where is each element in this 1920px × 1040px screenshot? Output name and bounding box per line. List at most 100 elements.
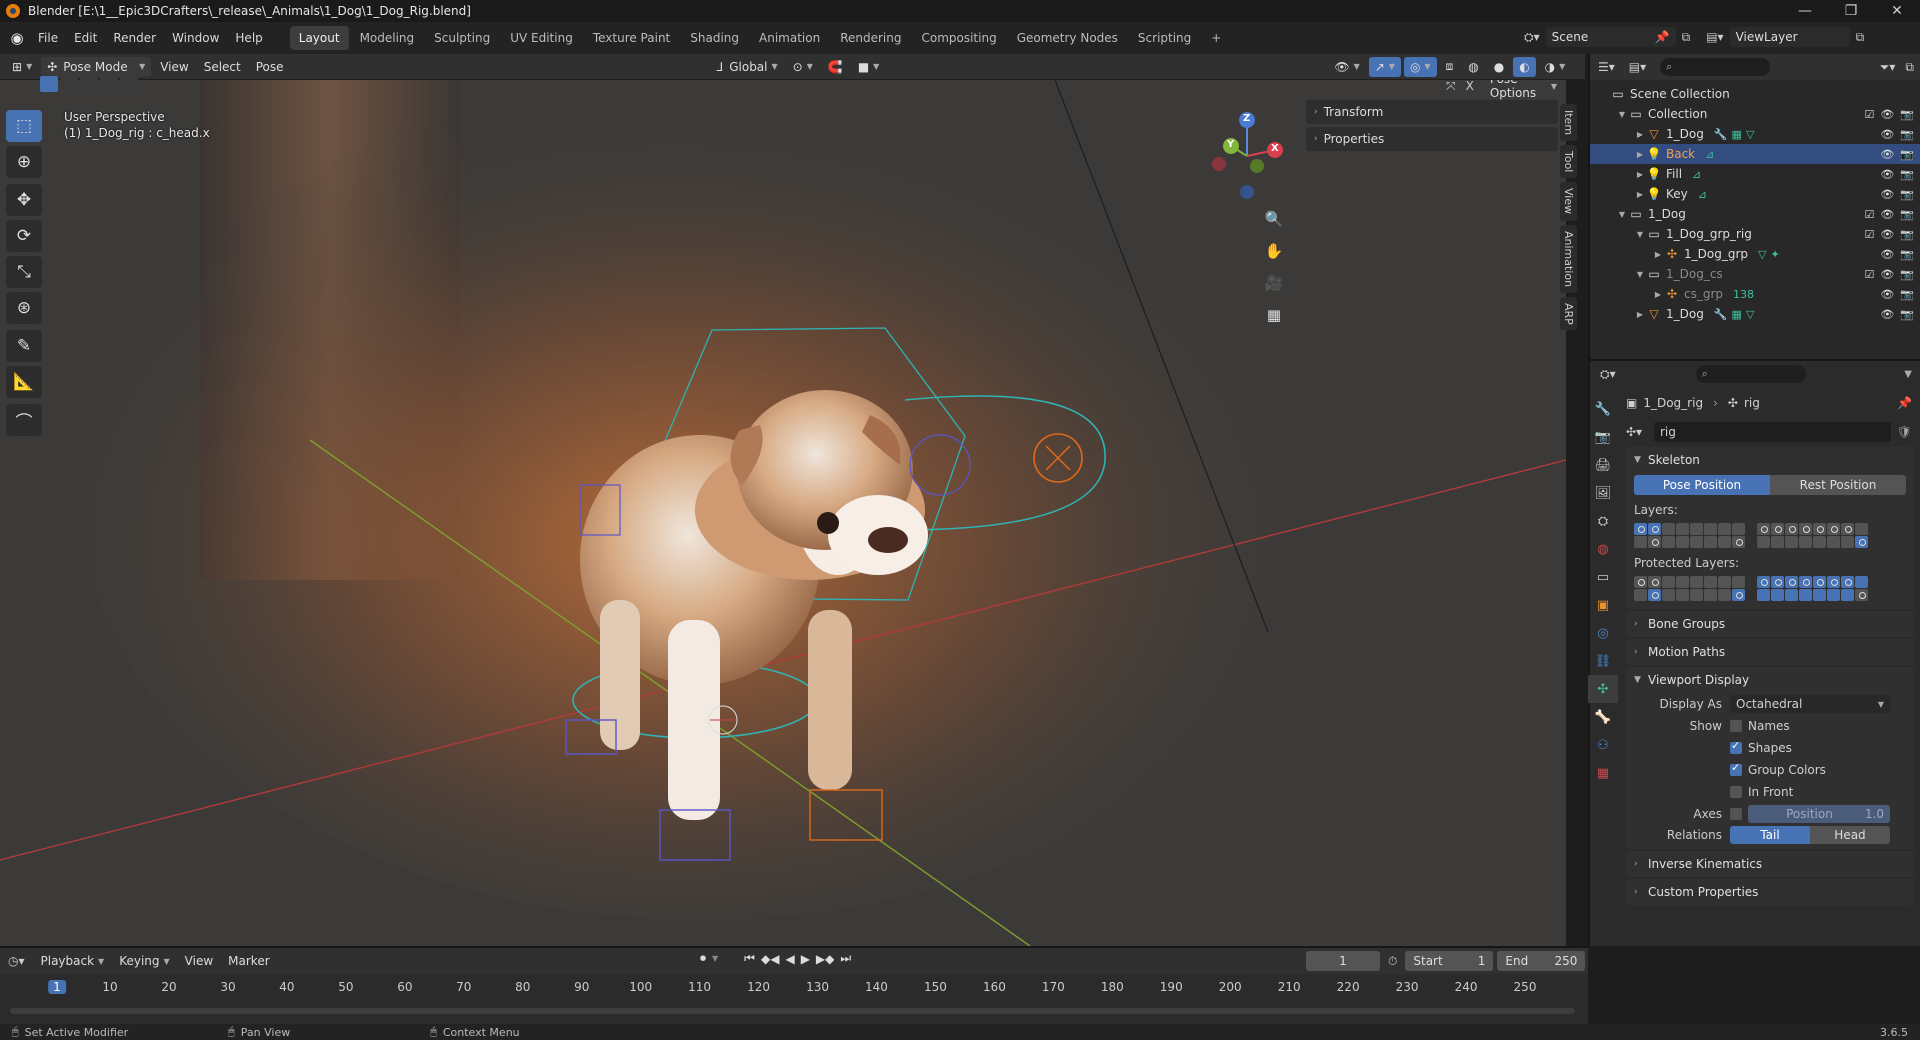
camera-icon[interactable]: 📷 (1900, 208, 1914, 221)
eye-icon[interactable]: 👁 (1880, 128, 1894, 141)
layer-cell[interactable] (1827, 576, 1840, 588)
layer-cell[interactable] (1841, 523, 1854, 535)
filter-icon[interactable]: ⏷▾ (1880, 60, 1896, 75)
pin-icon[interactable]: 📌 (1655, 30, 1670, 44)
show-option-row[interactable]: Show Names (1626, 715, 1914, 737)
display-as-dropdown[interactable]: Octahedral ▼ (1730, 695, 1890, 713)
menu-pose[interactable]: Pose (250, 57, 290, 77)
inverse-kinematics-panel[interactable]: › Inverse Kinematics (1626, 851, 1914, 877)
gizmo-toggle-icon[interactable]: ↗ ▼ (1368, 56, 1401, 77)
texture-icon[interactable]: ▦ (1588, 759, 1618, 787)
blender-menu-icon[interactable]: ◉ (4, 29, 30, 47)
layer-cell[interactable] (1662, 589, 1675, 601)
layer-cell[interactable] (1662, 536, 1675, 548)
eye-icon[interactable]: 👁 (1880, 308, 1894, 321)
fake-user-icon[interactable]: 🛡 (1897, 425, 1912, 439)
layer-cell[interactable] (1662, 576, 1675, 588)
layer-cell[interactable] (1799, 523, 1812, 535)
outliner-data-icon[interactable]: ▦ (1732, 308, 1742, 321)
pose-position-button[interactable]: Pose Position (1634, 475, 1770, 495)
playhead[interactable]: 1 (48, 980, 66, 994)
expand-down-icon[interactable]: ▼ (1634, 270, 1646, 279)
show-option-checkbox[interactable] (1730, 739, 1742, 754)
camera-icon[interactable]: 📷 (1900, 268, 1914, 281)
tab-tool[interactable]: Tool (1560, 145, 1577, 179)
exclude-checkbox-icon[interactable]: ☑ (1864, 208, 1874, 221)
layer-cell[interactable] (1799, 589, 1812, 601)
tab-sculpting[interactable]: Sculpting (425, 26, 499, 50)
outliner-data-icon[interactable]: ⊿ (1705, 148, 1714, 161)
layer-cell[interactable] (1757, 523, 1770, 535)
tab-texture-paint[interactable]: Texture Paint (584, 26, 679, 50)
move-icon[interactable]: ✥ (6, 184, 42, 216)
eye-icon[interactable]: 👁 (1880, 148, 1894, 161)
select-intersect-icon[interactable] (120, 76, 138, 92)
scene-browse-icon[interactable]: ⛭▾ (1524, 30, 1540, 45)
camera-icon[interactable]: 📷 (1900, 188, 1914, 201)
layer-cell[interactable] (1704, 523, 1717, 535)
shading-wireframe-icon[interactable]: ◍ (1462, 57, 1484, 77)
camera-icon[interactable]: 📷 (1900, 228, 1914, 241)
close-window-button[interactable]: ✕ (1874, 0, 1920, 22)
outliner-row[interactable]: ▭ Scene Collection (1590, 84, 1920, 104)
armature-browse-icon[interactable]: ✣▾ (1626, 425, 1654, 439)
constraints-icon[interactable]: ⛓ (1588, 647, 1618, 675)
expand-right-icon[interactable]: ▶ (1634, 150, 1646, 159)
world-icon[interactable]: ◍ (1588, 535, 1618, 563)
outliner-data-icon[interactable]: ⊿ (1692, 168, 1701, 181)
skeleton-header[interactable]: ▼ Skeleton (1626, 447, 1914, 473)
layer-cell[interactable] (1648, 576, 1661, 588)
camera-icon[interactable]: 📷 (1900, 108, 1914, 121)
layer-cell[interactable] (1771, 536, 1784, 548)
add-workspace-button[interactable]: + (1202, 26, 1230, 50)
expand-right-icon[interactable]: ▶ (1634, 310, 1646, 319)
bone-icon[interactable]: 🦴 (1588, 703, 1618, 731)
pivot-icon[interactable]: ⊙ ▼ (787, 57, 819, 77)
scene-selector[interactable]: Scene 📌 (1545, 27, 1676, 47)
layers-block-b[interactable] (1757, 523, 1868, 548)
exclude-checkbox-icon[interactable]: ☑ (1864, 108, 1874, 121)
layer-cell[interactable] (1841, 589, 1854, 601)
tool-settings-icon[interactable]: 🔧 (1588, 395, 1618, 423)
select-new-icon[interactable] (40, 76, 58, 92)
outliner-data-icon[interactable]: ▽ (1746, 128, 1754, 141)
rest-position-button[interactable]: Rest Position (1770, 475, 1906, 495)
outliner-row[interactable]: ▼ ▭ 1_Dog_cs ☑ 👁 📷 (1590, 264, 1920, 284)
protected-layers-block-b[interactable] (1757, 576, 1868, 601)
tab-animation[interactable]: Animation (750, 26, 829, 50)
tab-uv-editing[interactable]: UV Editing (501, 26, 582, 50)
layer-cell[interactable] (1704, 576, 1717, 588)
layer-cell[interactable] (1813, 523, 1826, 535)
menu-view[interactable]: View (154, 57, 194, 77)
layer-cell[interactable] (1648, 536, 1661, 548)
show-option-row[interactable]: Shapes (1626, 737, 1914, 759)
menu-render[interactable]: Render (105, 22, 164, 54)
shading-solid-icon[interactable]: ● (1488, 57, 1510, 77)
eye-icon[interactable]: 👁 (1880, 108, 1894, 121)
menu-window[interactable]: Window (164, 22, 227, 54)
layer-cell[interactable] (1704, 589, 1717, 601)
camera-icon[interactable]: 📷 (1900, 308, 1914, 321)
object-props-icon[interactable]: ▣ (1588, 591, 1618, 619)
scale-icon[interactable]: ⤡ (6, 256, 42, 288)
outliner-row[interactable]: ▶ ✣ 1_Dog_grp ▽ ✦ 👁 📷 (1590, 244, 1920, 264)
layer-cell[interactable] (1704, 536, 1717, 548)
visibility-icon[interactable]: 👁 ▼ (1328, 57, 1365, 77)
select-invert-icon[interactable] (100, 76, 118, 92)
outliner-data-icon[interactable]: 🔧 (1714, 308, 1728, 321)
show-option-row[interactable]: Group Colors (1626, 759, 1914, 781)
layer-cell[interactable] (1813, 576, 1826, 588)
tab-animation-side[interactable]: Animation (1560, 224, 1577, 293)
layer-cell[interactable] (1799, 576, 1812, 588)
layer-cell[interactable] (1676, 523, 1689, 535)
maximize-button[interactable]: ❐ (1828, 0, 1874, 22)
layer-cell[interactable] (1690, 576, 1703, 588)
render-icon[interactable]: 📷 (1588, 423, 1618, 451)
layer-cell[interactable] (1855, 576, 1868, 588)
navigation-gizmo[interactable]: Z Y X (1205, 110, 1295, 200)
pin-icon[interactable]: 📌 (1897, 396, 1912, 410)
layer-cell[interactable] (1676, 536, 1689, 548)
layer-cell[interactable] (1827, 523, 1840, 535)
pose-options-button[interactable]: Pose Options ▼ (1483, 80, 1563, 100)
layer-cell[interactable] (1718, 589, 1731, 601)
